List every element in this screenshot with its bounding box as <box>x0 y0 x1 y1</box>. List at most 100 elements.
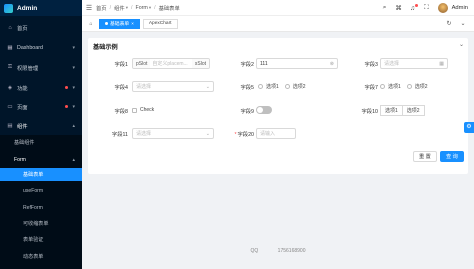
menu-toggle-icon[interactable]: ☰ <box>82 4 96 12</box>
form-card: 基础示例 ⌄ 字段1 pSlot 自定义placem... sSlot 字段2 … <box>88 38 468 174</box>
sidebar-sub-collapsible-form[interactable]: 可收缩表单 <box>0 217 82 230</box>
sidebar-item-home[interactable]: ⌂ 首页 <box>0 21 82 34</box>
sidebar-item-label: 页面 <box>17 104 28 111</box>
field11-placeholder: 请选择 <box>136 131 152 137</box>
search-button[interactable]: 查 询 <box>440 151 464 162</box>
field4-select[interactable]: 请选择 ⌄ <box>132 81 214 92</box>
field1-input[interactable]: pSlot 自定义placem... sSlot <box>132 58 210 69</box>
sidebar-item-label: 表单验证 <box>23 237 44 243</box>
dashboard-icon: ▦ <box>7 44 13 51</box>
sidebar-item-label: 首页 <box>17 25 28 32</box>
radio-button-option[interactable]: 选项2 <box>402 105 425 116</box>
sidebar-sub-basic-components[interactable]: 基础组件 <box>0 136 82 149</box>
sidebar-sub-refform[interactable]: RefForm <box>0 201 82 214</box>
sidebar-item-label: 动态表单 <box>23 254 44 260</box>
sidebar-item-label: 基础组件 <box>14 140 35 146</box>
sidebar-item-label: 权限管理 <box>17 65 39 72</box>
field7-radio-group: 选项1 选项2 <box>380 83 434 90</box>
field3-date-picker[interactable]: 请选择 ▦ <box>380 58 448 69</box>
reset-button[interactable]: 重 置 <box>413 151 437 162</box>
footer-qq-number: 1756168900 <box>277 248 306 254</box>
sidebar-item-page[interactable]: ▭ 页面 ▾ <box>0 100 82 113</box>
sidebar: Admin ⌂ 首页 ▦ Dashboard ▾ ⚿ 权限管理 ▾ ◈ 功能 ▾… <box>0 0 82 269</box>
tab-label: 基础表单 <box>110 22 130 27</box>
radio-option[interactable]: 选项2 <box>406 83 428 90</box>
radio-icon <box>284 84 290 89</box>
chevron-up-icon: ▴ <box>72 122 75 129</box>
required-mark: * <box>234 132 237 138</box>
field10-radio-buttons: 选项1 选项2 <box>380 105 425 116</box>
username[interactable]: Admin <box>452 5 468 11</box>
radio-option[interactable]: 选项1 <box>258 83 279 90</box>
breadcrumb-item[interactable]: 首页 <box>96 4 107 12</box>
fullscreen-icon[interactable]: ⛶ <box>422 4 432 12</box>
notification-badge <box>414 3 418 7</box>
app-name: Admin <box>17 4 38 12</box>
chevron-down-icon: ⌄ <box>205 83 210 90</box>
chevron-down-icon[interactable]: ⌄ <box>459 41 464 48</box>
function-icon: ◈ <box>7 84 13 91</box>
sidebar-sub-useform[interactable]: useForm <box>0 184 82 197</box>
suffix-slot: sSlot <box>191 59 209 68</box>
field8-label: 字段8 <box>114 109 128 115</box>
sidebar-item-function[interactable]: ◈ 功能 ▾ <box>0 81 82 94</box>
page-icon: ▭ <box>7 103 13 110</box>
field1-label: 字段1 <box>114 62 128 68</box>
notification-dot <box>65 86 68 89</box>
chevron-down-icon: ▾ <box>125 4 128 10</box>
field3-placeholder: 请选择 <box>384 61 400 67</box>
sidebar-sub-basic-form[interactable]: 基础表单 <box>0 168 82 181</box>
header-actions: ⌕ ⌘ ♫ ⛶ Admin <box>376 0 468 16</box>
footer: QQ 1756168900 <box>82 248 474 254</box>
logo-icon <box>4 3 13 13</box>
chevron-down-icon: ▾ <box>72 84 75 91</box>
radio-option[interactable]: 选项1 <box>380 83 401 90</box>
field2-value: 111 <box>260 60 268 67</box>
chevron-down-icon[interactable]: ⌄ <box>458 19 468 29</box>
sidebar-sub-dynamic-form[interactable]: 动态表单 <box>0 250 82 263</box>
switch-knob <box>257 107 263 113</box>
radio-button-option[interactable]: 选项1 <box>380 105 403 116</box>
refresh-icon[interactable]: ↻ <box>444 19 454 29</box>
close-icon[interactable]: × <box>131 21 134 26</box>
field9-switch[interactable] <box>256 106 272 114</box>
card-title: 基础示例 <box>93 44 118 51</box>
breadcrumb-item: 基础表单 <box>158 5 180 12</box>
notification-dot <box>65 105 68 108</box>
field4-label: 字段4 <box>114 85 128 91</box>
sidebar-item-permission[interactable]: ⚿ 权限管理 ▾ <box>0 61 82 74</box>
sidebar-item-label: 组件 <box>17 123 28 130</box>
field2-input[interactable]: 111 ⊗ <box>256 58 338 69</box>
field20-placeholder: 请输入 <box>260 131 276 137</box>
sidebar-item-label: 基础表单 <box>23 172 44 178</box>
home-icon[interactable]: ⌂ <box>86 21 96 27</box>
sidebar-item-dashboard[interactable]: ▦ Dashboard ▾ <box>0 41 82 54</box>
clear-icon[interactable]: ⊗ <box>330 61 334 67</box>
breadcrumb-item[interactable]: Form <box>135 5 147 11</box>
settings-gear-icon[interactable]: ⚙ <box>464 122 474 133</box>
sidebar-sub-form[interactable]: Form ▴ <box>0 153 82 166</box>
bell-icon[interactable]: ♫ <box>408 3 418 12</box>
field11-label: 字段11 <box>111 132 128 138</box>
top-header: ☰ 首页 / 组件 ▾ / Form ▾ / 基础表单 ⌕ ⌘ ♫ ⛶ Admi… <box>82 0 474 16</box>
logo[interactable]: Admin <box>0 0 82 16</box>
code-icon[interactable]: ⌘ <box>394 4 404 12</box>
sidebar-item-component[interactable]: ▤ 组件 ▴ <box>0 119 82 132</box>
chevron-down-icon: ▾ <box>72 44 75 51</box>
tab-apexchart[interactable]: ApexChart <box>142 18 178 29</box>
sidebar-item-label: Form <box>14 156 26 163</box>
sidebar-sub-form-validation[interactable]: 表单验证 <box>0 233 82 246</box>
breadcrumb-item[interactable]: 组件 <box>114 4 125 12</box>
search-icon[interactable]: ⌕ <box>380 4 390 12</box>
field20-input[interactable]: 请输入 <box>256 128 296 139</box>
field11-cascader[interactable]: 请选择 ⌄ <box>132 128 214 139</box>
radio-option[interactable]: 选项2 <box>284 83 306 90</box>
field8-checkbox[interactable]: Check <box>132 107 154 113</box>
component-icon: ▤ <box>7 122 13 129</box>
chevron-down-icon: ▾ <box>72 103 75 110</box>
home-icon: ⌂ <box>8 24 12 31</box>
tab-bar: ⌂ 基础表单 × ApexChart ↻ ⌄ <box>82 16 474 32</box>
sidebar-item-label: RefForm <box>23 204 43 211</box>
tab-basic-form[interactable]: 基础表单 × <box>99 18 140 29</box>
avatar[interactable] <box>437 3 448 13</box>
